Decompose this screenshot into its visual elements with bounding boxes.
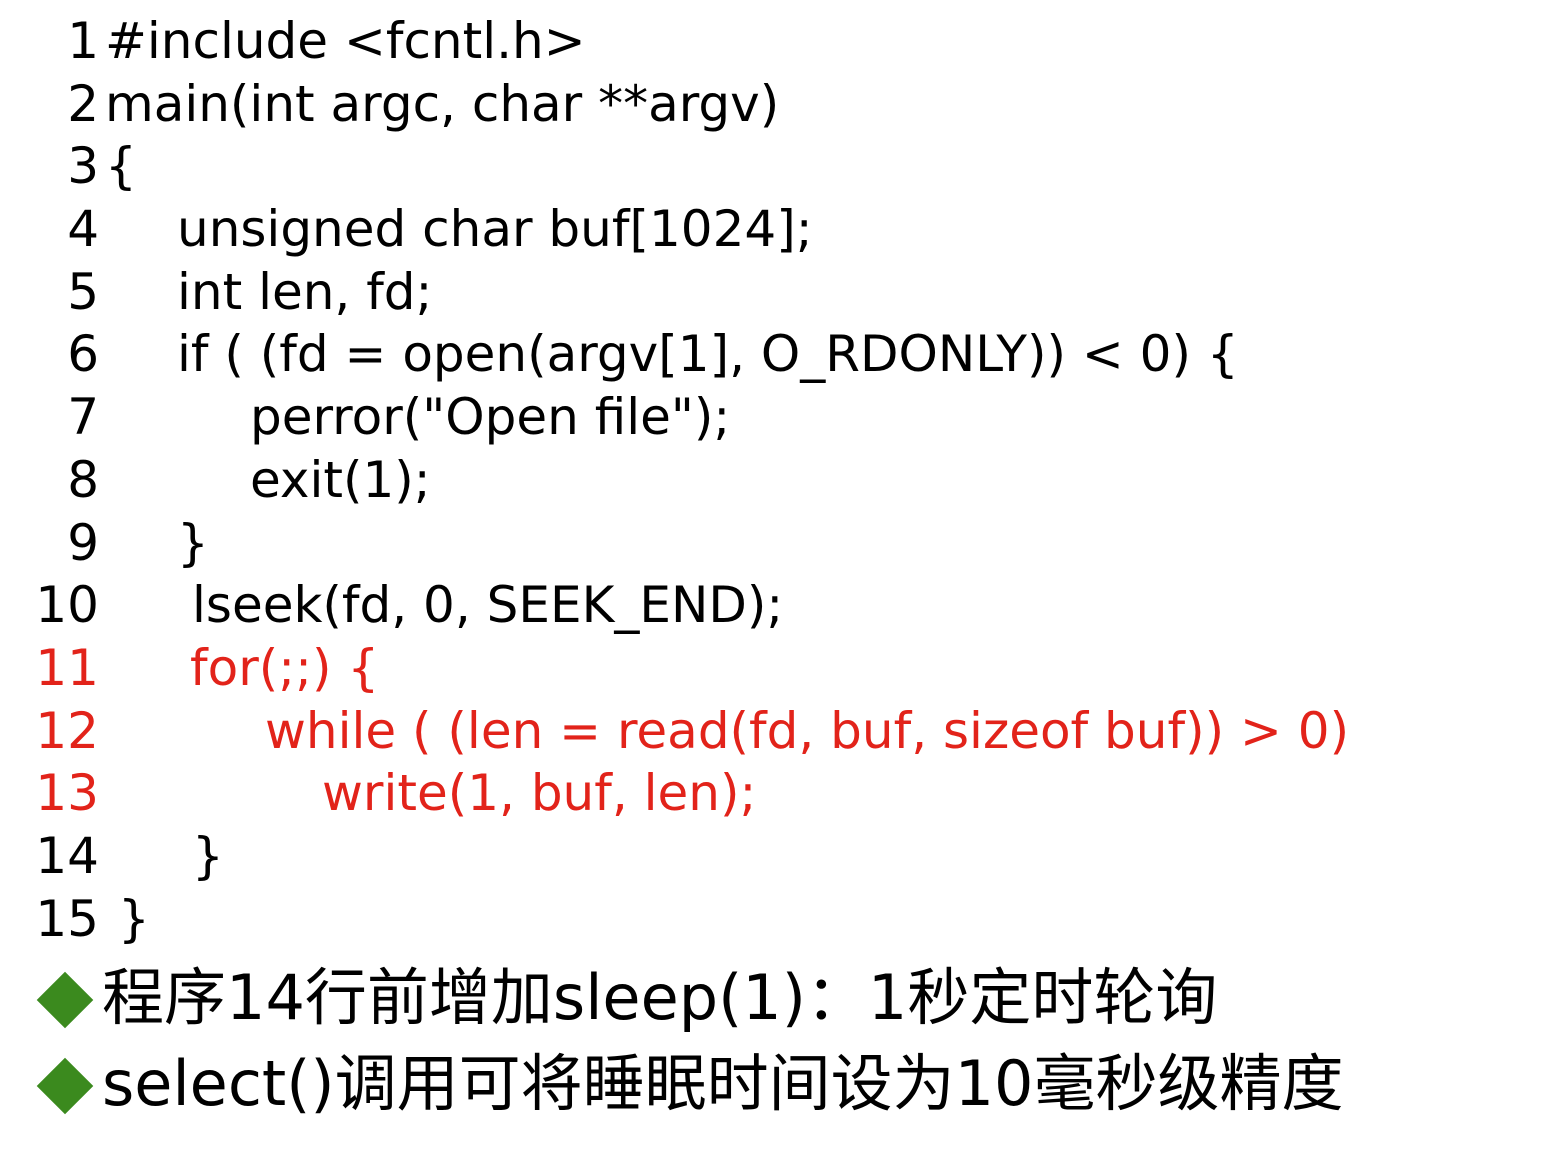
line-number: 7 [67,388,99,447]
code-text: unsigned char buf[1024]; [177,200,813,259]
code-listing: 1 #include <fcntl.h> 2 main(int argc, ch… [0,10,1554,950]
code-line-5: 5 int len, fd; [0,261,1554,324]
code-text: exit(1); [250,450,431,509]
code-line-15: 15 } [0,888,1554,951]
code-text: perror("Open file"); [250,388,731,447]
code-text: main(int argc, char **argv) [105,74,780,133]
code-text: int len, fd; [177,262,433,321]
code-line-6: 6 if ( (fd = open(argv[1], O_RDONLY)) < … [0,323,1554,386]
bullet-text: select()调用可将睡眠时间设为10毫秒级精度 [102,1047,1344,1120]
code-text: { [105,137,137,196]
code-text: } [118,889,150,948]
code-line-10: 10 lseek(fd, 0, SEEK_END); [0,574,1554,637]
bullet-item: 程序14行前增加sleep(1)：1秒定时轮询 [0,955,1554,1041]
line-number: 8 [67,450,99,509]
line-number: 1 [67,12,99,70]
code-line-3: 3 { [0,135,1554,198]
code-text: } [177,513,209,572]
bullet-list: 程序14行前增加sleep(1)：1秒定时轮询 select()调用可将睡眠时间… [0,955,1554,1127]
line-number: 10 [35,576,99,635]
line-number: 13 [35,764,99,823]
line-number: 11 [35,638,99,697]
code-text: if ( (fd = open(argv[1], O_RDONLY)) < 0)… [177,325,1239,384]
code-text: #include <fcntl.h> [105,12,586,70]
code-line-14: 14 } [0,825,1554,888]
code-line-13: 13 write(1, buf, len); [0,762,1554,825]
bullet-text: 程序14行前增加sleep(1)：1秒定时轮询 [102,961,1218,1034]
code-line-9: 9 } [0,512,1554,575]
code-line-11: 11 for(;;) { [0,637,1554,700]
code-text: write(1, buf, len); [322,764,757,823]
code-line-8: 8 exit(1); [0,449,1554,512]
line-number: 15 [35,889,99,948]
line-number: 4 [67,200,99,259]
code-line-4: 4 unsigned char buf[1024]; [0,198,1554,261]
diamond-bullet-icon [36,1057,94,1115]
code-line-12: 12 while ( (len = read(fd, buf, sizeof b… [0,700,1554,763]
diamond-bullet-icon [36,971,94,1029]
line-number: 3 [67,137,99,196]
line-number: 5 [67,262,99,321]
code-line-1: 1 #include <fcntl.h> [0,10,1554,73]
code-text: for(;;) { [190,638,380,697]
code-text: lseek(fd, 0, SEEK_END); [192,576,784,635]
code-line-7: 7 perror("Open file"); [0,386,1554,449]
code-text: } [192,826,224,885]
line-number: 2 [67,74,99,133]
code-text: while ( (len = read(fd, buf, sizeof buf)… [265,701,1350,760]
line-number: 9 [67,513,99,572]
line-number: 12 [35,701,99,760]
line-number: 6 [67,325,99,384]
line-number: 14 [35,826,99,885]
code-line-2: 2 main(int argc, char **argv) [0,73,1554,136]
bullet-item: select()调用可将睡眠时间设为10毫秒级精度 [0,1041,1554,1127]
